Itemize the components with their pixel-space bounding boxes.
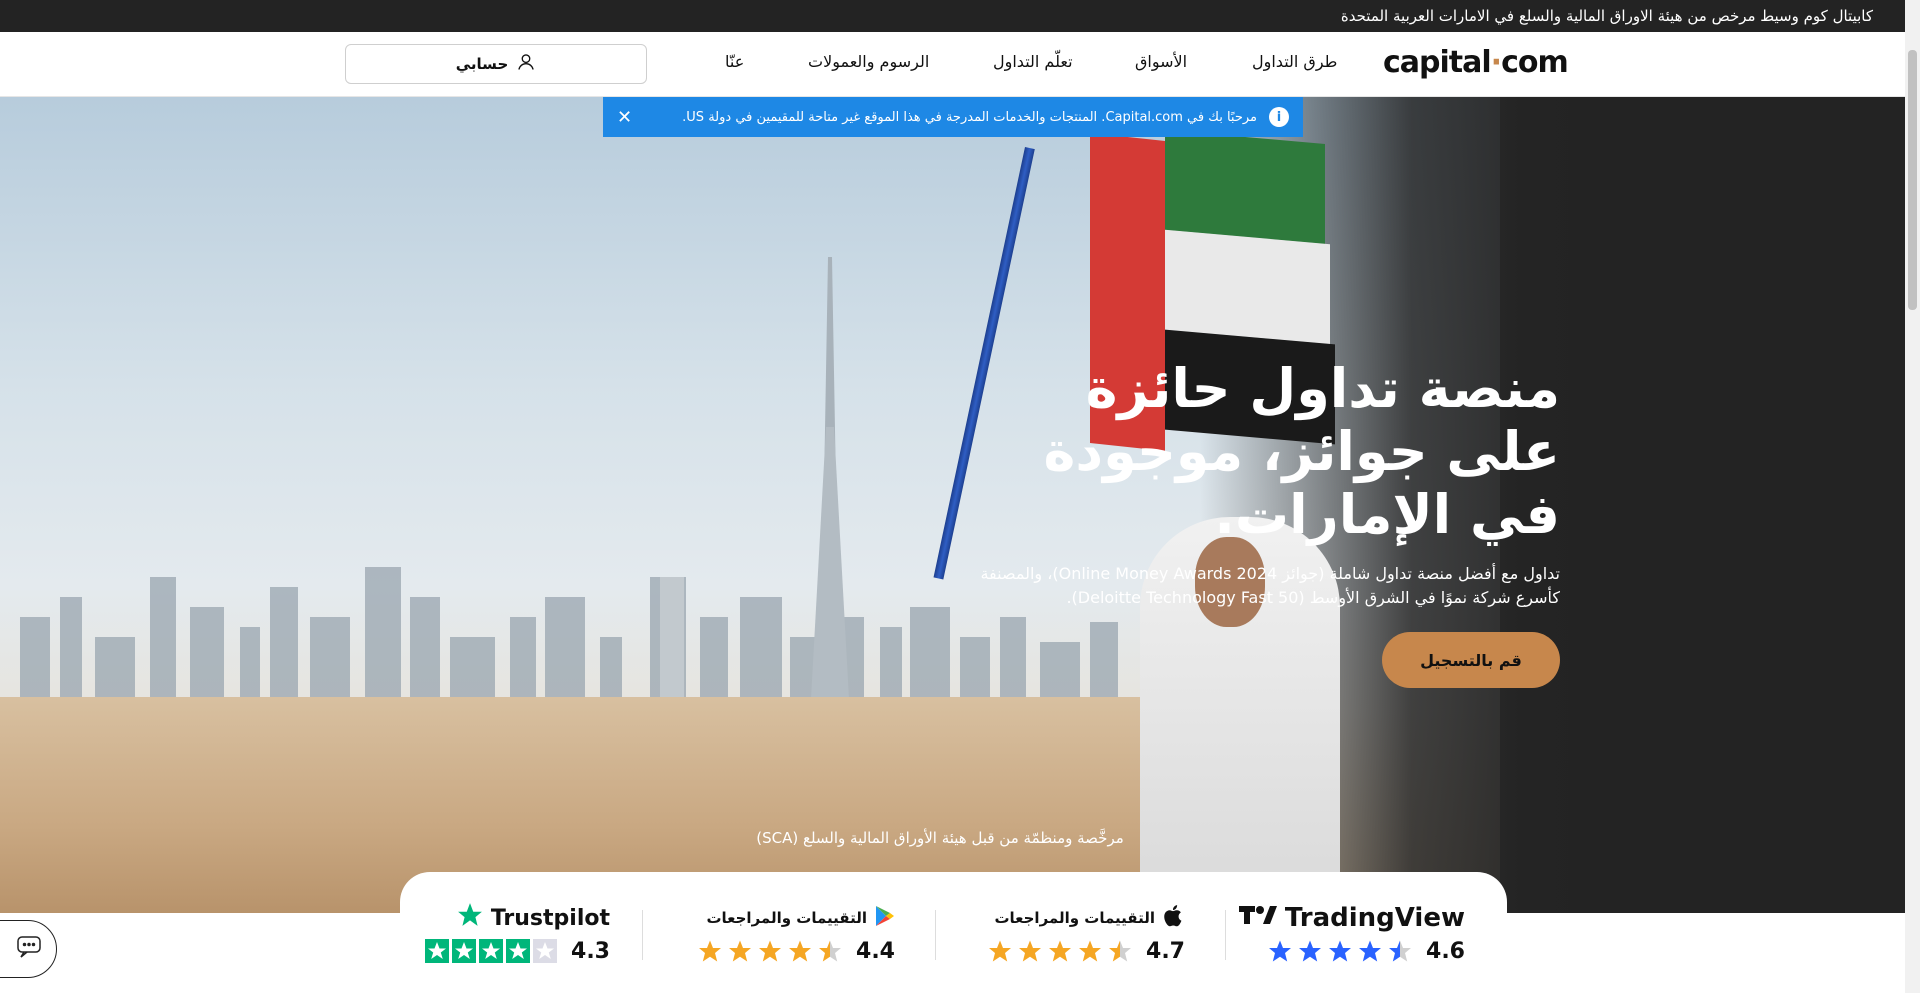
star-icon	[1269, 940, 1292, 962]
divider	[935, 910, 936, 960]
chat-button[interactable]	[0, 920, 57, 978]
star-icon	[425, 939, 450, 963]
tradingview-brand: TradingView	[1284, 903, 1465, 933]
my-account-button[interactable]: حسابي	[345, 44, 647, 84]
chat-icon	[16, 936, 41, 962]
app-store-label: التقييمات والمراجعات	[994, 909, 1155, 927]
notice-text: مرحبًا بك في Capital.com. المنتجات والخد…	[682, 109, 1257, 125]
star-icon	[1389, 940, 1412, 962]
divider	[642, 910, 643, 960]
user-icon	[516, 52, 536, 76]
star-icon	[1079, 940, 1102, 962]
hero-section: منصة تداول حائزة على جوائز، موجودة في ال…	[0, 97, 1905, 913]
hero-subtitle: تداول مع أفضل منصة تداول شاملة (جوائز On…	[980, 564, 1560, 607]
star-icon	[699, 940, 722, 962]
star-rating	[425, 939, 558, 963]
logo-text-com: com	[1501, 45, 1569, 80]
star-icon	[989, 940, 1012, 962]
nav-fees[interactable]: الرسوم والعمولات	[808, 52, 929, 71]
rating-app-store[interactable]: التقييمات والمراجعات 4.7	[965, 904, 1185, 964]
regulation-note: مرخَّصة ومنظمّة من قبل هيئة الأوراق الما…	[756, 829, 1124, 847]
close-icon[interactable]: ✕	[617, 107, 632, 128]
google-play-label: التقييمات والمراجعات	[706, 909, 867, 927]
star-rating	[1268, 939, 1412, 963]
nav-about[interactable]: عنّا	[725, 52, 744, 71]
regulatory-topbar: كابيتال كوم وسيط مرخص من هيئة الاوراق ال…	[0, 0, 1905, 32]
site-header: capital·com طرق التداول الأسواق تعلّم ال…	[0, 32, 1905, 97]
star-icon	[1049, 940, 1072, 962]
star-icon	[1019, 940, 1042, 962]
star-icon	[819, 940, 842, 962]
apple-icon	[1163, 904, 1185, 932]
star-icon	[506, 939, 531, 963]
trustpilot-star-icon	[457, 902, 483, 934]
logo-dot: ·	[1490, 45, 1502, 80]
star-icon	[1109, 940, 1132, 962]
scrollbar-thumb[interactable]	[1908, 50, 1917, 310]
star-rating	[698, 939, 842, 963]
star-rating	[988, 939, 1132, 963]
star-icon	[452, 939, 477, 963]
region-notice-banner: i مرحبًا بك في Capital.com. المنتجات وال…	[603, 97, 1303, 137]
uae-flag-white	[1165, 229, 1330, 345]
nav-markets[interactable]: الأسواق	[1135, 52, 1187, 71]
rating-google-play[interactable]: التقييمات والمراجعات 4.4	[675, 904, 895, 964]
rating-score: 4.4	[856, 938, 895, 964]
star-icon	[759, 940, 782, 962]
rating-tradingview[interactable]: TradingView 4.6	[1238, 903, 1465, 964]
logo-text-capital: capital	[1383, 45, 1492, 80]
star-icon	[1329, 940, 1352, 962]
info-icon: i	[1269, 107, 1289, 127]
tradingview-logo-icon	[1238, 903, 1277, 933]
rating-score: 4.6	[1426, 938, 1465, 964]
signup-button[interactable]: قم بالتسجيل	[1382, 632, 1560, 688]
hero-title: منصة تداول حائزة على جوائز، موجودة في ال…	[1043, 357, 1560, 546]
star-icon	[479, 939, 504, 963]
star-icon	[1299, 940, 1322, 962]
rating-score: 4.7	[1146, 938, 1185, 964]
uae-flag-green	[1165, 130, 1325, 244]
star-icon	[1359, 940, 1382, 962]
star-icon	[789, 940, 812, 962]
rating-trustpilot[interactable]: Trustpilot 4.3	[390, 902, 610, 964]
nav-learn-trading[interactable]: تعلّم التداول	[993, 52, 1073, 71]
ratings-bar: TradingView 4.6 التقييمات والمراجعات 4.7	[400, 872, 1507, 993]
star-icon	[729, 940, 752, 962]
rating-score: 4.3	[571, 938, 610, 964]
divider	[1225, 910, 1226, 960]
trustpilot-brand: Trustpilot	[490, 905, 610, 931]
google-play-icon	[875, 905, 895, 931]
capital-com-logo[interactable]: capital·com	[1383, 45, 1569, 80]
nav-ways-to-trade[interactable]: طرق التداول	[1252, 52, 1337, 71]
account-label: حسابي	[455, 55, 509, 73]
star-icon	[533, 939, 558, 963]
